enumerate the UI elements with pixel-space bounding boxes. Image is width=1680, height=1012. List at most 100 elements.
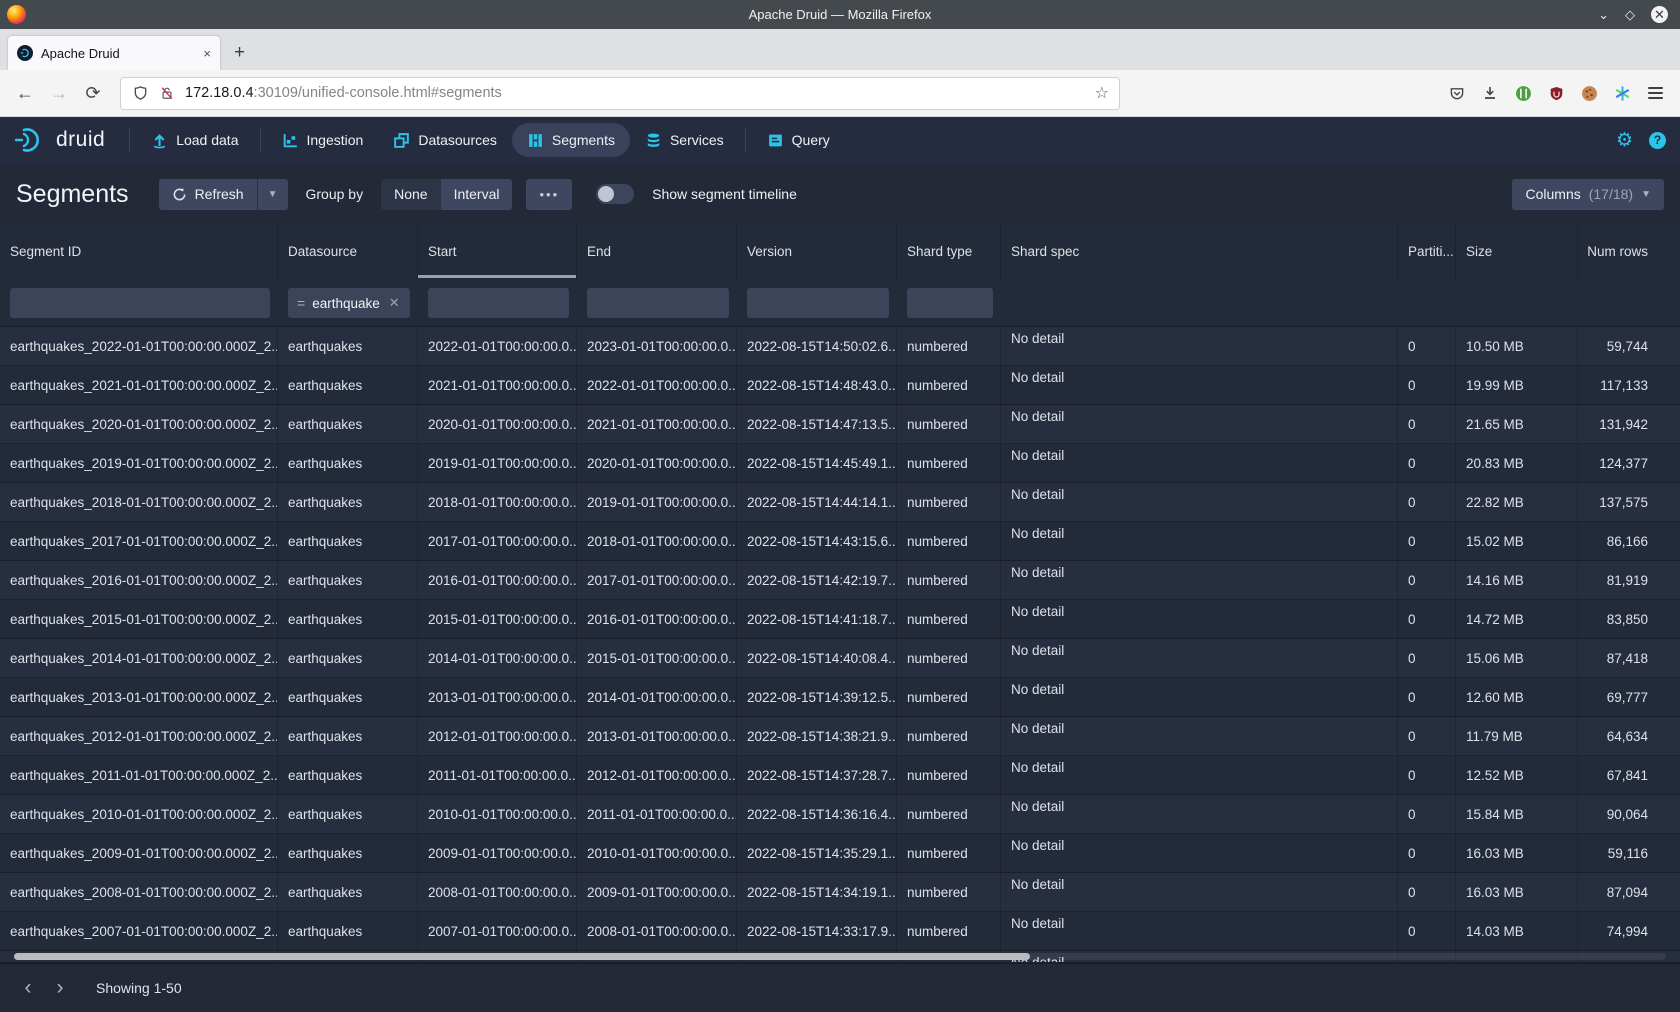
cell-segment-id: earthquakes_2014-01-01T00:00:00.000Z_2..…	[0, 639, 278, 677]
tab-close-icon[interactable]: ×	[203, 46, 211, 61]
column-header-num-rows[interactable]: Num rows	[1578, 225, 1680, 278]
forward-icon[interactable]: →	[44, 83, 74, 104]
url-bar[interactable]: 172.18.0.4:30109/unified-console.html#se…	[120, 77, 1120, 110]
cell-version: 2022-08-15T14:38:21.9...	[737, 717, 897, 755]
column-header-partition[interactable]: Partiti...	[1398, 225, 1456, 278]
browser-tab[interactable]: Apache Druid ×	[8, 36, 220, 70]
druid-logo[interactable]: druid	[14, 127, 123, 153]
filter-shard-type-input[interactable]	[907, 288, 993, 318]
nav-item-load-data[interactable]: Load data	[136, 123, 253, 157]
ublock-icon[interactable]	[1547, 84, 1565, 102]
cell-segment-id: earthquakes_2019-01-01T00:00:00.000Z_2..…	[0, 444, 278, 482]
cell-shard-type: numbered	[897, 756, 1001, 794]
tracking-shield-icon[interactable]	[131, 84, 149, 102]
table-row[interactable]: earthquakes_2010-01-01T00:00:00.000Z_2..…	[0, 795, 1680, 834]
cell-partition: 0	[1398, 834, 1456, 872]
table-row[interactable]: earthquakes_2019-01-01T00:00:00.000Z_2..…	[0, 444, 1680, 483]
insecure-lock-icon[interactable]	[158, 84, 176, 102]
download-icon[interactable]	[1481, 84, 1499, 102]
nav-item-label: Load data	[176, 132, 238, 148]
table-row[interactable]: earthquakes_2008-01-01T00:00:00.000Z_2..…	[0, 873, 1680, 912]
cell-datasource: earthquakes	[278, 561, 418, 599]
reload-icon[interactable]: ⟳	[78, 83, 108, 104]
cookie-icon[interactable]	[1580, 84, 1598, 102]
nav-item-ingestion[interactable]: Ingestion	[267, 123, 379, 157]
filter-remove-icon[interactable]: ✕	[389, 295, 400, 311]
next-page-icon[interactable]: ›	[46, 974, 74, 1002]
refresh-button[interactable]: Refresh	[159, 179, 257, 210]
cell-segment-id: earthquakes_2016-01-01T00:00:00.000Z_2..…	[0, 561, 278, 599]
url-text[interactable]: 172.18.0.4:30109/unified-console.html#se…	[185, 85, 1086, 101]
multi-account-icon[interactable]	[1613, 84, 1631, 102]
table-row[interactable]: earthquakes_2014-01-01T00:00:00.000Z_2..…	[0, 639, 1680, 678]
cell-shard-spec: No detail	[1001, 873, 1398, 911]
filter-start-input[interactable]	[428, 288, 569, 318]
scrollbar-thumb[interactable]	[14, 953, 1030, 960]
table-row[interactable]: earthquakes_2013-01-01T00:00:00.000Z_2..…	[0, 678, 1680, 717]
refresh-dropdown-button[interactable]: ▼	[257, 179, 288, 210]
pocket-icon[interactable]	[1448, 84, 1466, 102]
columns-count: (17/18)	[1589, 186, 1633, 202]
table-row[interactable]: earthquakes_2018-01-01T00:00:00.000Z_2..…	[0, 483, 1680, 522]
column-header-shard-type[interactable]: Shard type	[897, 225, 1001, 278]
group-by-interval-button[interactable]: Interval	[441, 179, 513, 210]
cell-start: 2015-01-01T00:00:00.0...	[418, 600, 577, 638]
horizontal-scrollbar[interactable]	[14, 953, 1666, 960]
nav-item-query[interactable]: Query	[752, 123, 845, 157]
cell-segment-id: earthquakes_2017-01-01T00:00:00.000Z_2..…	[0, 522, 278, 560]
cell-num-rows: 117,133	[1578, 366, 1680, 404]
column-header-end[interactable]: End	[577, 225, 737, 278]
table-row[interactable]: earthquakes_2011-01-01T00:00:00.000Z_2..…	[0, 756, 1680, 795]
nav-item-services[interactable]: Services	[630, 123, 739, 157]
filter-end-input[interactable]	[587, 288, 729, 318]
column-header-size[interactable]: Size	[1456, 225, 1578, 278]
window-maximize-icon[interactable]: ◇	[1625, 8, 1635, 21]
segment-timeline-toggle[interactable]	[596, 184, 634, 204]
table-row[interactable]: earthquakes_2020-01-01T00:00:00.000Z_2..…	[0, 405, 1680, 444]
window-minimize-icon[interactable]: ⌄	[1598, 8, 1609, 21]
cell-version: 2022-08-15T14:42:19.7...	[737, 561, 897, 599]
more-options-button[interactable]: •••	[526, 179, 572, 210]
table-row[interactable]: earthquakes_2012-01-01T00:00:00.000Z_2..…	[0, 717, 1680, 756]
column-header-shard-spec[interactable]: Shard spec	[1001, 225, 1398, 278]
table-row[interactable]: earthquakes_2007-01-01T00:00:00.000Z_2..…	[0, 912, 1680, 951]
cell-datasource: earthquakes	[278, 444, 418, 482]
filter-datasource-input[interactable]: = earthquake ✕	[288, 288, 410, 318]
cell-datasource: earthquakes	[278, 912, 418, 950]
cell-num-rows: 67,841	[1578, 756, 1680, 794]
window-close-icon[interactable]: ✕	[1651, 6, 1668, 23]
group-by-none-button[interactable]: None	[381, 179, 440, 210]
menu-icon[interactable]	[1646, 84, 1664, 102]
column-header-version[interactable]: Version	[737, 225, 897, 278]
table-row[interactable]: earthquakes_2016-01-01T00:00:00.000Z_2..…	[0, 561, 1680, 600]
table-row[interactable]: earthquakes_2017-01-01T00:00:00.000Z_2..…	[0, 522, 1680, 561]
settings-gear-icon[interactable]: ⚙	[1616, 129, 1633, 152]
filter-version-input[interactable]	[747, 288, 889, 318]
column-header-datasource[interactable]: Datasource	[278, 225, 418, 278]
cell-end: 2009-01-01T00:00:00.0...	[577, 873, 737, 911]
table-row[interactable]: earthquakes_2022-01-01T00:00:00.000Z_2..…	[0, 327, 1680, 366]
filter-operator-icon: =	[297, 295, 305, 311]
columns-button[interactable]: Columns (17/18) ▼	[1512, 179, 1664, 210]
nav-item-datasources[interactable]: Datasources	[378, 123, 512, 157]
cell-shard-spec: No detail	[1001, 795, 1398, 833]
bookmark-star-icon[interactable]: ☆	[1095, 83, 1109, 103]
previous-page-icon[interactable]: ‹	[14, 974, 42, 1002]
table-row[interactable]: earthquakes_2015-01-01T00:00:00.000Z_2..…	[0, 600, 1680, 639]
help-icon[interactable]: ?	[1649, 132, 1666, 149]
column-header-segment-id[interactable]: Segment ID	[0, 225, 278, 278]
column-header-start[interactable]: Start	[418, 225, 577, 278]
cell-end: 2012-01-01T00:00:00.0...	[577, 756, 737, 794]
cell-datasource: earthquakes	[278, 717, 418, 755]
new-tab-button[interactable]: +	[234, 42, 245, 70]
filter-segment-id-input[interactable]	[10, 288, 270, 318]
back-icon[interactable]: ←	[10, 83, 40, 104]
cell-size: 10.50 MB	[1456, 327, 1578, 365]
privacy-badger-icon[interactable]	[1514, 84, 1532, 102]
table-row[interactable]: earthquakes_2009-01-01T00:00:00.000Z_2..…	[0, 834, 1680, 873]
table-row[interactable]: earthquakes_2021-01-01T00:00:00.000Z_2..…	[0, 366, 1680, 405]
cell-size: 14.03 MB	[1456, 912, 1578, 950]
cell-partition: 0	[1398, 483, 1456, 521]
cell-size: 16.03 MB	[1456, 834, 1578, 872]
nav-item-segments[interactable]: Segments	[512, 123, 630, 157]
